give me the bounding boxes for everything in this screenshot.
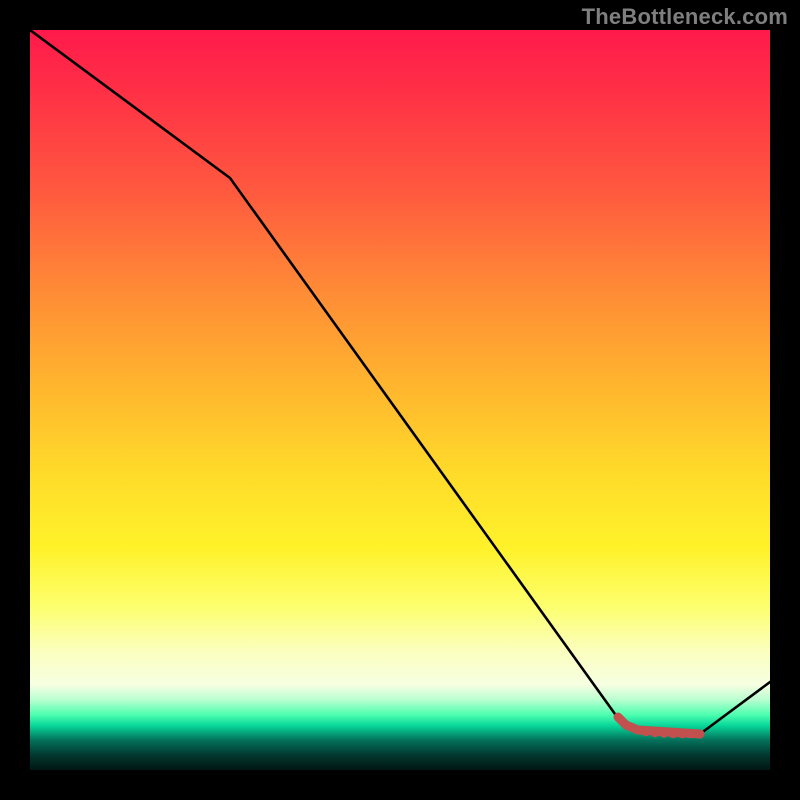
watermark-text: TheBottleneck.com — [582, 4, 788, 30]
plot-area — [30, 30, 770, 770]
highlight-beads — [616, 715, 705, 739]
chart-svg — [30, 30, 770, 770]
chart-frame: TheBottleneck.com — [0, 0, 800, 800]
main-curve — [30, 30, 770, 734]
